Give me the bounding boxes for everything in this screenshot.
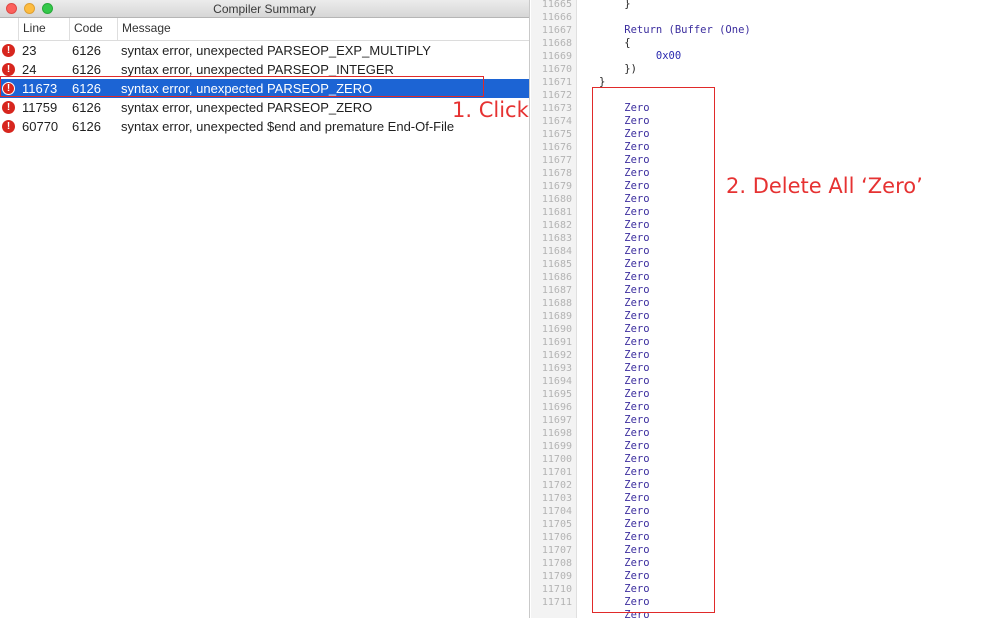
exclamation-circle-icon: ! [2,44,15,57]
code-line[interactable]: }) [599,63,637,76]
line-number: 11706 [541,532,572,543]
annotation-click: 1. Click [452,98,529,122]
line-number: 11699 [541,441,572,452]
table-header: Line Code Message [0,18,529,41]
line-number: 11704 [541,506,572,517]
table-row[interactable]: ! 23 6126 syntax error, unexpected PARSEOP_… [0,41,529,60]
line-number: 11697 [541,415,572,426]
line-number: 11684 [541,246,572,257]
line-number: 11705 [541,519,572,530]
line-number: 11694 [541,376,572,387]
code-line[interactable]: } [599,0,630,11]
row-code: 6126 [72,100,101,115]
window-title: Compiler Summary [213,2,316,16]
code-line[interactable]: 0x00 [599,50,681,63]
column-header-message[interactable]: Message [117,18,529,40]
line-number: 11685 [541,259,572,270]
line-number: 11677 [541,155,572,166]
annotation-delete-zero: 2. Delete All ‘Zero’ [726,174,923,198]
title-bar[interactable]: Compiler Summary [0,0,529,18]
column-header-icon[interactable] [0,18,18,40]
column-header-line[interactable]: Line [18,18,69,40]
line-number: 11711 [541,597,572,608]
row-line: 60770 [22,119,59,134]
line-number: 11676 [541,142,572,153]
line-number-gutter: 11665 11666 11667 11668 11669 11670 11671 11672… [531,0,577,618]
row-line: 11759 [22,100,58,115]
row-message: syntax error, unexpected PARSEOP_EXP_MUL… [121,43,431,58]
line-number: 11692 [541,350,572,361]
line-number: 11687 [541,285,572,296]
line-number: 11708 [541,558,572,569]
line-number: 11681 [541,207,572,218]
line-number: 11707 [541,545,572,556]
line-number: 11671 [541,77,572,88]
line-number: 11678 [541,168,572,179]
line-number: 11703 [541,493,572,504]
code-line[interactable]: { [599,37,630,50]
exclamation-circle-icon: ! [2,120,15,133]
line-number: 11670 [541,64,572,75]
line-number: 11688 [541,298,572,309]
line-number: 11683 [541,233,572,244]
row-message: syntax error, unexpected $end and premat… [121,119,455,134]
code-line[interactable]: Return (Buffer (One) [599,24,750,37]
exclamation-circle-icon: ! [2,101,15,114]
line-number: 11679 [541,181,572,192]
column-header-code[interactable]: Code [69,18,117,40]
line-number: 11689 [541,311,572,322]
line-number: 11710 [541,584,572,595]
line-number: 11701 [541,467,572,478]
line-number: 11702 [541,480,572,491]
line-number: 11680 [541,194,572,205]
line-number: 11693 [541,363,572,374]
line-number: 11695 [541,389,572,400]
line-number: 11665 [541,0,572,10]
line-number: 11686 [541,272,572,283]
table-row[interactable]: ! 60770 6126 syntax error, unexpected $end … [0,117,529,136]
row-code: 6126 [72,43,101,58]
line-number: 11666 [541,12,572,23]
row-code: 6126 [72,119,101,134]
row-message: syntax error, unexpected PARSEOP_ZERO [121,100,373,115]
line-number: 11700 [541,454,572,465]
zero-lines-highlight-box [592,87,715,613]
line-number: 11668 [541,38,572,49]
line-number: 11698 [541,428,572,439]
line-number: 11667 [541,25,572,36]
line-number: 11675 [541,129,572,140]
line-number: 11696 [541,402,572,413]
line-number: 11672 [541,90,572,101]
table-row[interactable]: ! 11759 6126 syntax error, unexpected PARSE… [0,98,529,117]
exclamation-circle-icon: ! [2,63,15,76]
line-number: 11682 [541,220,572,231]
line-number: 11691 [541,337,572,348]
line-number: 11674 [541,116,572,127]
line-number: 11690 [541,324,572,335]
line-number: 11673 [541,103,572,114]
click-highlight-box [0,76,484,97]
line-number: 11669 [541,51,572,62]
line-number: 11709 [541,571,572,582]
row-line: 23 [22,43,37,58]
